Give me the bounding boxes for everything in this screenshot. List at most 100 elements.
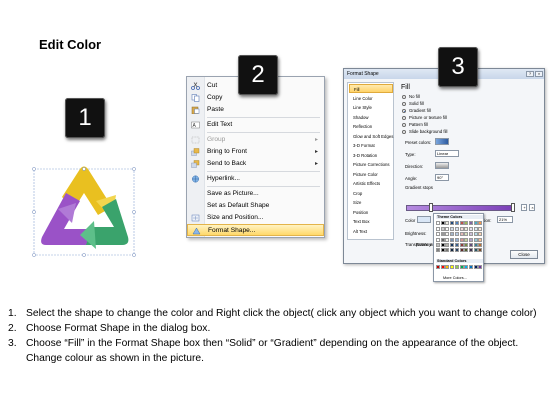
color-swatch[interactable] bbox=[436, 237, 440, 242]
radio-gradient-fill[interactable] bbox=[402, 109, 406, 113]
color-swatch[interactable] bbox=[436, 227, 440, 232]
menu-item-edit-text[interactable]: A Edit Text bbox=[187, 119, 324, 131]
color-swatch[interactable] bbox=[478, 248, 483, 252]
color-swatch[interactable] bbox=[464, 221, 469, 225]
color-swatch[interactable] bbox=[436, 221, 440, 225]
add-stop-button[interactable]: + bbox=[521, 204, 527, 211]
color-swatch[interactable] bbox=[440, 221, 445, 225]
color-swatch[interactable] bbox=[436, 265, 440, 269]
color-swatch[interactable] bbox=[473, 242, 478, 247]
color-swatch[interactable] bbox=[436, 242, 440, 247]
color-swatch[interactable] bbox=[450, 248, 455, 252]
color-swatch[interactable] bbox=[459, 237, 464, 242]
color-swatch[interactable] bbox=[445, 232, 450, 237]
color-swatch[interactable] bbox=[459, 221, 464, 225]
nav-item-line-color[interactable]: Line Color bbox=[349, 94, 393, 103]
menu-item-bring-to-front[interactable]: Bring to Front ▸ bbox=[187, 146, 324, 158]
color-swatch[interactable] bbox=[468, 248, 473, 252]
color-swatch[interactable] bbox=[464, 237, 469, 242]
color-swatch[interactable] bbox=[450, 242, 455, 247]
color-swatch[interactable] bbox=[473, 265, 478, 269]
menu-item-size-and-position[interactable]: Size and Position... bbox=[187, 212, 324, 224]
color-swatch[interactable] bbox=[459, 242, 464, 247]
color-swatch[interactable] bbox=[445, 221, 450, 225]
color-swatch[interactable] bbox=[436, 248, 440, 252]
nav-item-crop[interactable]: Crop bbox=[349, 189, 393, 198]
color-swatch[interactable] bbox=[436, 232, 440, 237]
color-swatch[interactable] bbox=[478, 237, 483, 242]
color-swatch[interactable] bbox=[459, 227, 464, 232]
color-swatch[interactable] bbox=[478, 221, 483, 225]
color-swatch[interactable] bbox=[440, 242, 445, 247]
nav-item-position[interactable]: Position bbox=[349, 208, 393, 217]
color-swatch[interactable] bbox=[464, 265, 469, 269]
nav-item-picture-corrections[interactable]: Picture Corrections bbox=[349, 160, 393, 169]
menu-item-format-shape[interactable]: Format Shape... bbox=[187, 224, 324, 236]
color-swatch[interactable] bbox=[450, 232, 455, 237]
angle-input[interactable]: 90° bbox=[435, 174, 449, 181]
menu-item-paste[interactable]: Paste bbox=[187, 104, 324, 116]
color-swatch[interactable] bbox=[459, 265, 464, 269]
color-swatch[interactable] bbox=[459, 232, 464, 237]
color-swatch[interactable] bbox=[454, 248, 459, 252]
nav-item-text-box[interactable]: Text Box bbox=[349, 217, 393, 226]
color-swatch[interactable] bbox=[454, 221, 459, 225]
nav-item-fill[interactable]: Fill bbox=[349, 84, 393, 93]
color-swatch[interactable] bbox=[464, 242, 469, 247]
preset-colors-dropdown[interactable] bbox=[435, 138, 449, 145]
menu-item-save-as-picture[interactable]: Save as Picture... bbox=[187, 188, 324, 200]
color-swatch[interactable] bbox=[445, 265, 450, 269]
nav-item-reflection[interactable]: Reflection bbox=[349, 122, 393, 131]
more-colors-link[interactable]: More Colors... bbox=[443, 276, 467, 280]
color-swatch[interactable] bbox=[450, 227, 455, 232]
triangle-arrow-shape[interactable] bbox=[30, 163, 138, 261]
radio-picture-fill[interactable] bbox=[402, 116, 406, 120]
color-swatch[interactable] bbox=[473, 227, 478, 232]
color-swatch[interactable] bbox=[454, 242, 459, 247]
color-swatch[interactable] bbox=[473, 237, 478, 242]
close-icon[interactable]: × bbox=[535, 71, 543, 77]
color-swatch[interactable] bbox=[445, 248, 450, 252]
color-swatch[interactable] bbox=[450, 265, 455, 269]
nav-item-glow[interactable]: Glow and Soft Edges bbox=[349, 132, 393, 141]
menu-item-send-to-back[interactable]: Send to Back ▸ bbox=[187, 158, 324, 170]
color-swatch[interactable] bbox=[440, 248, 445, 252]
color-swatch[interactable] bbox=[440, 227, 445, 232]
close-button[interactable]: Close bbox=[510, 250, 538, 259]
color-swatch[interactable] bbox=[440, 232, 445, 237]
color-swatch[interactable] bbox=[445, 242, 450, 247]
color-swatch[interactable] bbox=[473, 232, 478, 237]
color-swatch[interactable] bbox=[468, 237, 473, 242]
nav-item-3d-rotation[interactable]: 3-D Rotation bbox=[349, 151, 393, 160]
nav-item-alt-text[interactable]: Alt Text bbox=[349, 227, 393, 236]
color-swatch[interactable] bbox=[464, 248, 469, 252]
color-swatch[interactable] bbox=[464, 232, 469, 237]
radio-solid-fill[interactable] bbox=[402, 102, 406, 106]
color-swatch[interactable] bbox=[468, 265, 473, 269]
color-swatch[interactable] bbox=[468, 221, 473, 225]
color-swatch[interactable] bbox=[454, 237, 459, 242]
radio-pattern-fill[interactable] bbox=[402, 123, 406, 127]
gradient-stops-bar[interactable] bbox=[406, 205, 514, 211]
direction-dropdown[interactable] bbox=[435, 162, 449, 169]
color-swatch[interactable] bbox=[464, 227, 469, 232]
gradient-stop-handle[interactable] bbox=[511, 203, 515, 212]
nav-item-artistic-effects[interactable]: Artistic Effects bbox=[349, 179, 393, 188]
color-swatch[interactable] bbox=[454, 265, 459, 269]
nav-item-shadow[interactable]: Shadow bbox=[349, 113, 393, 122]
color-swatch[interactable] bbox=[459, 248, 464, 252]
color-swatch[interactable] bbox=[478, 242, 483, 247]
radio-slide-background-fill[interactable] bbox=[402, 130, 406, 134]
remove-stop-button[interactable]: × bbox=[529, 204, 535, 211]
color-swatch[interactable] bbox=[478, 265, 483, 269]
menu-item-group[interactable]: Group ▸ bbox=[187, 134, 324, 146]
color-swatch[interactable] bbox=[468, 242, 473, 247]
radio-no-fill[interactable] bbox=[402, 95, 406, 99]
help-icon[interactable]: ? bbox=[526, 71, 534, 77]
position-input[interactable]: 21% bbox=[497, 216, 513, 223]
gradient-stop-handle[interactable] bbox=[429, 203, 433, 212]
color-swatch[interactable] bbox=[450, 221, 455, 225]
color-swatch[interactable] bbox=[473, 221, 478, 225]
nav-item-size[interactable]: Size bbox=[349, 198, 393, 207]
nav-item-picture-color[interactable]: Picture Color bbox=[349, 170, 393, 179]
